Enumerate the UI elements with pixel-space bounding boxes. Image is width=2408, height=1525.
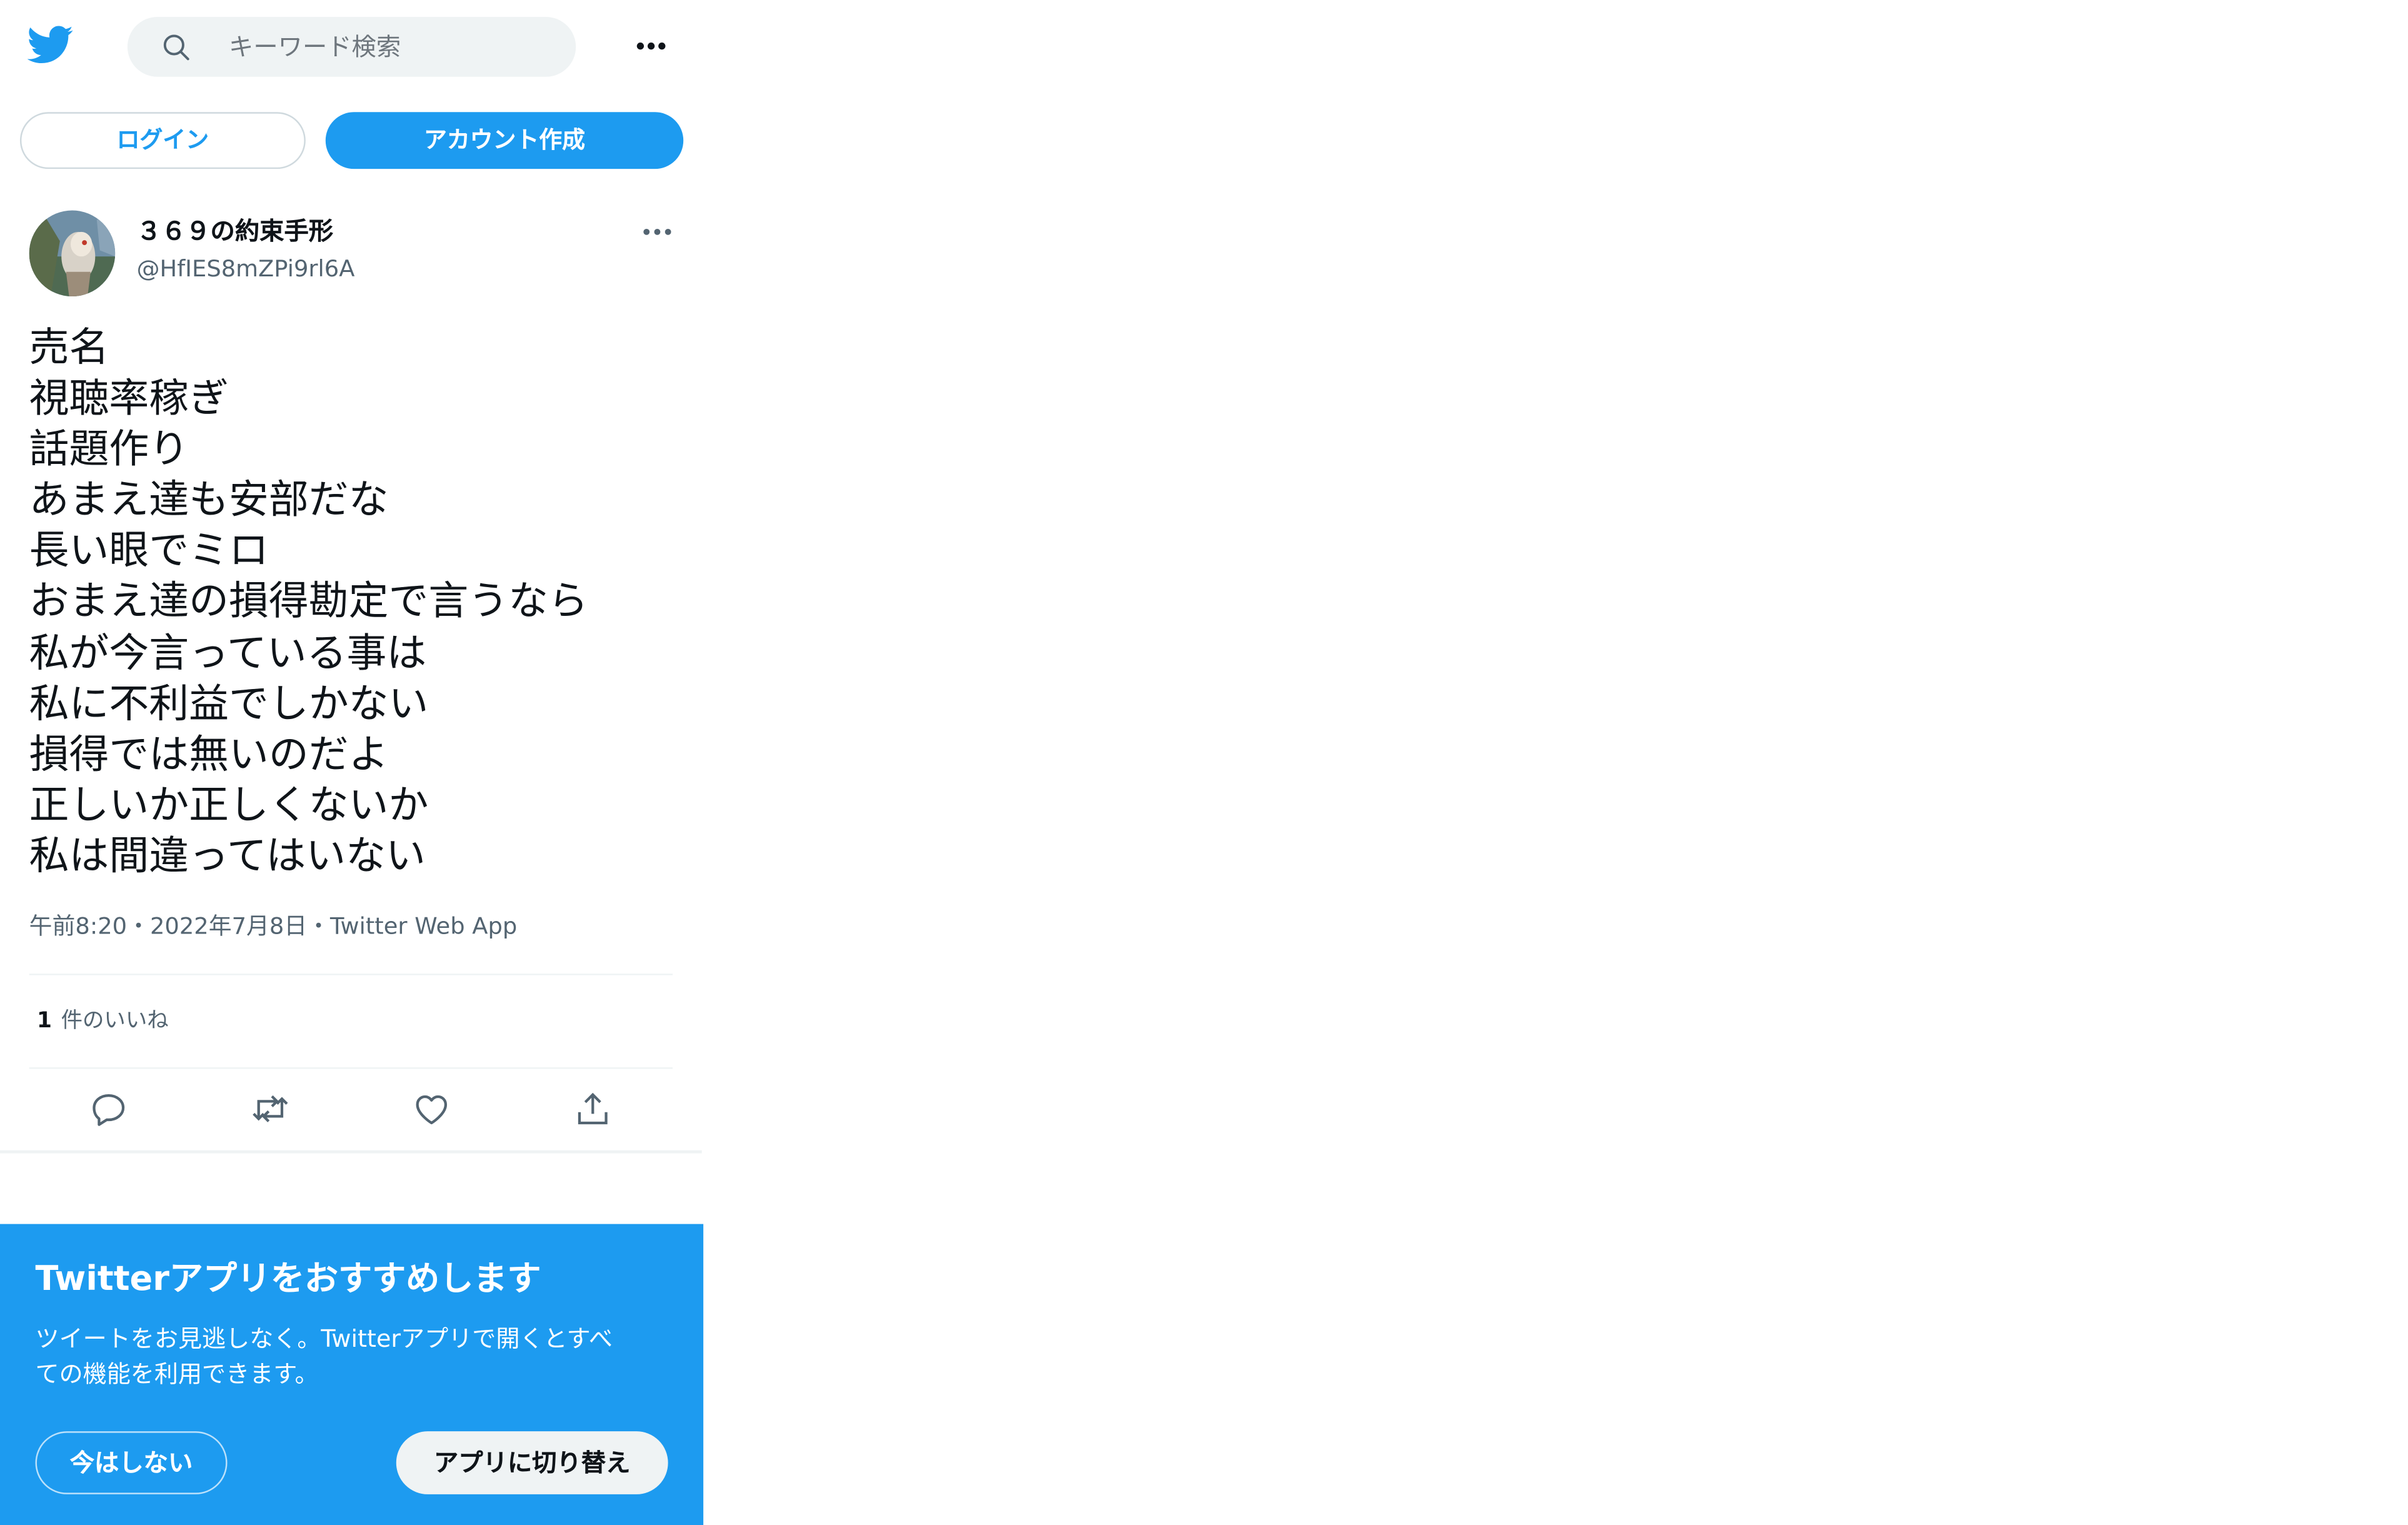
banner-title: Twitterアプリをおすすめします: [35, 1261, 541, 1299]
tweet-text-line: 正しいか正しくないか: [29, 783, 429, 829]
banner-body-line: ての機能を利用できます。: [35, 1361, 319, 1389]
tweet-text-line: 私は間違ってはいない: [29, 833, 426, 880]
share-icon[interactable]: [573, 1089, 613, 1129]
divider: [29, 974, 673, 975]
search-bar[interactable]: キーワード検索: [127, 17, 576, 77]
tweet-text-line: 視聴率稼ぎ: [29, 376, 229, 423]
tweet-text: 売名 視聴率稼ぎ 話題作り あまえ達も安部だな 長い眼でミロ おまえ達の損得勘定…: [29, 324, 690, 883]
tweet-text-line: 長い眼でミロ: [29, 528, 269, 575]
tweet-text-line: 話題作り: [29, 427, 189, 473]
divider: [0, 1150, 702, 1154]
avatar[interactable]: [29, 210, 116, 297]
search-icon: [163, 34, 189, 61]
likes-label: 件のいいね: [61, 1009, 169, 1034]
search-input[interactable]: キーワード検索: [229, 33, 401, 63]
tweet-text-line: あまえ達も安部だな: [29, 478, 389, 525]
signup-button[interactable]: アカウント作成: [325, 112, 684, 169]
likes-number: 1: [36, 1009, 52, 1034]
tweet-text-line: おまえ達の損得勘定で言うなら: [29, 580, 588, 626]
more-horizontal-icon[interactable]: [639, 216, 676, 247]
tweet-timestamp[interactable]: 午前8:20・2022年7月8日・Twitter Web App: [29, 911, 518, 942]
like-icon[interactable]: [411, 1089, 451, 1129]
more-horizontal-icon[interactable]: [631, 28, 671, 64]
app-promo-banner: Twitterアプリをおすすめします ツイートをお見逃しなく。Twitterアプ…: [0, 1224, 704, 1525]
author-handle[interactable]: @HfIES8mZPi9rl6A: [137, 253, 355, 284]
tweet-text-line: 売名: [29, 325, 109, 372]
reply-icon[interactable]: [89, 1089, 129, 1129]
not-now-button[interactable]: 今はしない: [35, 1431, 228, 1494]
author-display-name[interactable]: ３６９の約束手形: [137, 215, 333, 249]
divider: [29, 1067, 673, 1069]
twitter-bird-icon[interactable]: [28, 21, 74, 68]
likes-count[interactable]: 1 件のいいね: [37, 1006, 169, 1037]
switch-to-app-button[interactable]: アプリに切り替え: [396, 1431, 668, 1494]
page: キーワード検索 ログイン アカウント作成 ３６９の約束手形 @HfIES8mZP…: [0, 0, 2408, 1525]
login-button[interactable]: ログイン: [19, 112, 306, 169]
banner-body-line: ツイートをお見逃しなく。Twitterアプリで開くとすべ: [35, 1325, 613, 1353]
tweet-text-line: 私が今言っている事は: [29, 630, 427, 677]
banner-body: ツイートをお見逃しなく。Twitterアプリで開くとすべ ての機能を利用できます…: [36, 1322, 673, 1393]
tweet-text-line: 私に不利益でしかない: [29, 681, 429, 728]
tweet-text-line: 損得では無いのだよ: [29, 732, 389, 778]
retweet-icon[interactable]: [250, 1089, 290, 1129]
